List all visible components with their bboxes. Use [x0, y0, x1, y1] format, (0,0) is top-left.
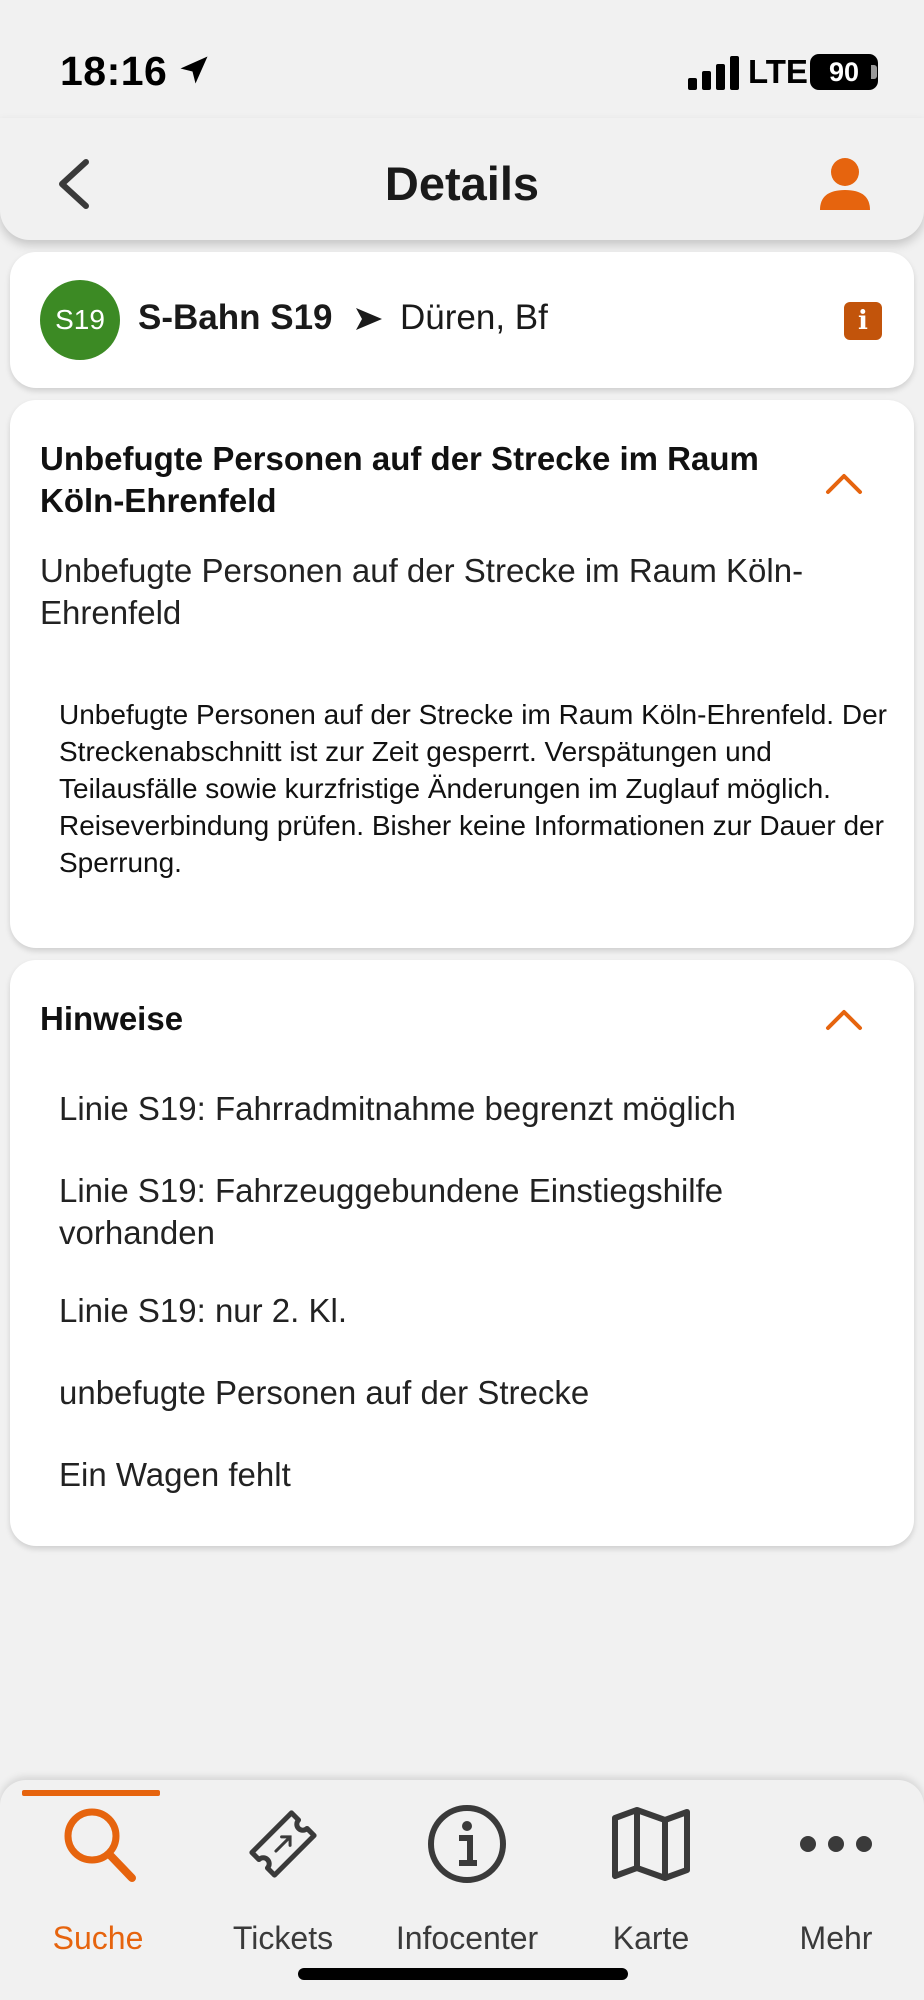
hints-card: Hinweise Linie S19: Fahrradmitnahme begr… — [10, 960, 914, 1546]
status-bar: 18:16 LTE 90 — [0, 0, 924, 120]
battery-cap — [871, 65, 877, 79]
tab-label: Suche — [52, 1920, 144, 1956]
cellular-signal-icon — [688, 56, 739, 90]
battery-icon: 90 — [810, 54, 878, 90]
tab-label: Tickets — [232, 1920, 334, 1956]
direction-arrow-icon — [356, 308, 382, 330]
line-card[interactable]: S19 S-Bahn S19 Düren, Bf i — [10, 252, 914, 388]
ticket-icon — [249, 1810, 317, 1878]
disruption-card: Unbefugte Personen auf der Strecke im Ra… — [10, 400, 914, 948]
home-indicator[interactable] — [298, 1968, 628, 1980]
hints-title[interactable]: Hinweise — [40, 1000, 183, 1038]
tab-label: Infocenter — [395, 1920, 539, 1956]
page-title: Details — [384, 157, 540, 210]
more-icon — [800, 1836, 872, 1852]
status-time: 18:16 — [60, 48, 168, 94]
info-icon — [428, 1805, 506, 1883]
tab-tickets[interactable]: Tickets — [191, 1802, 375, 1956]
line-name: S-Bahn S19 — [138, 298, 333, 337]
hint-item: unbefugte Personen auf der Strecke — [59, 1374, 590, 1411]
disruption-title[interactable]: Unbefugte Personen auf der Strecke im Ra… — [40, 438, 800, 522]
tab-label: Mehr — [799, 1920, 873, 1956]
hint-item: Linie S19: Fahrzeuggebundene Einstiegshi… — [59, 1172, 724, 1251]
location-arrow-icon — [180, 56, 208, 84]
active-tab-indicator — [22, 1790, 160, 1796]
nav-header: Details — [0, 118, 924, 240]
disruption-summary: Unbefugte Personen auf der Strecke im Ra… — [40, 552, 804, 631]
chevron-up-icon[interactable] — [824, 470, 864, 496]
tab-label: Karte — [612, 1920, 690, 1956]
map-icon — [612, 1807, 690, 1881]
tab-infocenter[interactable]: Infocenter — [375, 1802, 559, 1956]
line-destination: Düren, Bf — [400, 298, 548, 337]
disruption-body: Unbefugte Personen auf der Strecke im Ra… — [59, 699, 887, 878]
info-badge-icon[interactable]: i — [844, 302, 882, 340]
tab-bar: Suche Tickets Infocenter Karte Mehr — [0, 1780, 924, 2000]
hint-item: Linie S19: nur 2. Kl. — [59, 1292, 348, 1329]
network-type: LTE — [748, 53, 808, 90]
profile-icon[interactable] — [814, 154, 876, 216]
search-icon — [64, 1808, 136, 1882]
line-badge: S19 — [40, 280, 120, 360]
hint-item: Ein Wagen fehlt — [59, 1456, 291, 1493]
hint-item: Linie S19: Fahrradmitnahme begrenzt mögl… — [59, 1090, 736, 1127]
tab-mehr[interactable]: Mehr — [744, 1802, 924, 1956]
chevron-up-icon[interactable] — [824, 1006, 864, 1032]
battery-level: 90 — [828, 56, 860, 87]
tab-karte[interactable]: Karte — [559, 1802, 743, 1956]
tab-suche[interactable]: Suche — [6, 1802, 190, 1956]
